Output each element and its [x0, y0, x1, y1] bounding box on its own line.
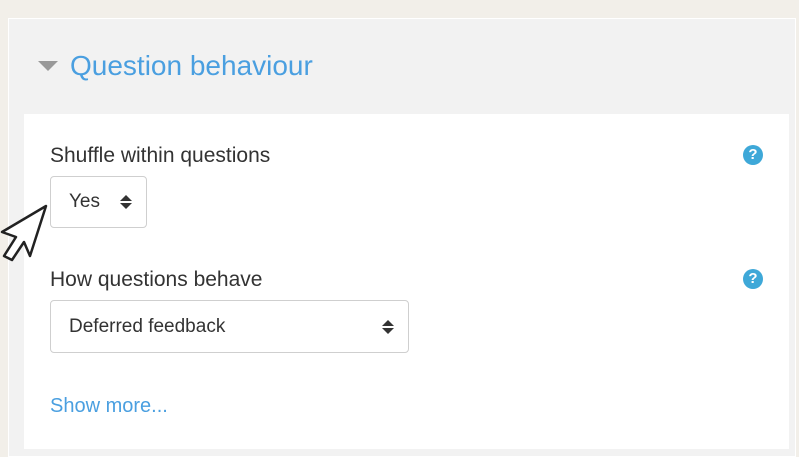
caret-down-icon [38, 61, 58, 71]
sort-icon [120, 195, 132, 209]
behave-select-value: Deferred feedback [69, 315, 226, 337]
shuffle-select[interactable]: Yes [50, 176, 147, 228]
sort-icon [382, 319, 394, 334]
behave-label: How questions behave [50, 268, 263, 291]
shuffle-select-value: Yes [69, 191, 100, 212]
section-title: Question behaviour [70, 50, 313, 81]
behave-select[interactable]: Deferred feedback [50, 300, 409, 353]
shuffle-label: Shuffle within questions [50, 144, 271, 167]
pointer-arrow-icon [0, 204, 48, 262]
show-more-link[interactable]: Show more... [50, 395, 168, 418]
question-circle-icon[interactable]: ? [743, 145, 763, 165]
question-circle-icon[interactable]: ? [743, 269, 763, 289]
section-header-toggle[interactable]: Question behaviour [38, 48, 313, 84]
